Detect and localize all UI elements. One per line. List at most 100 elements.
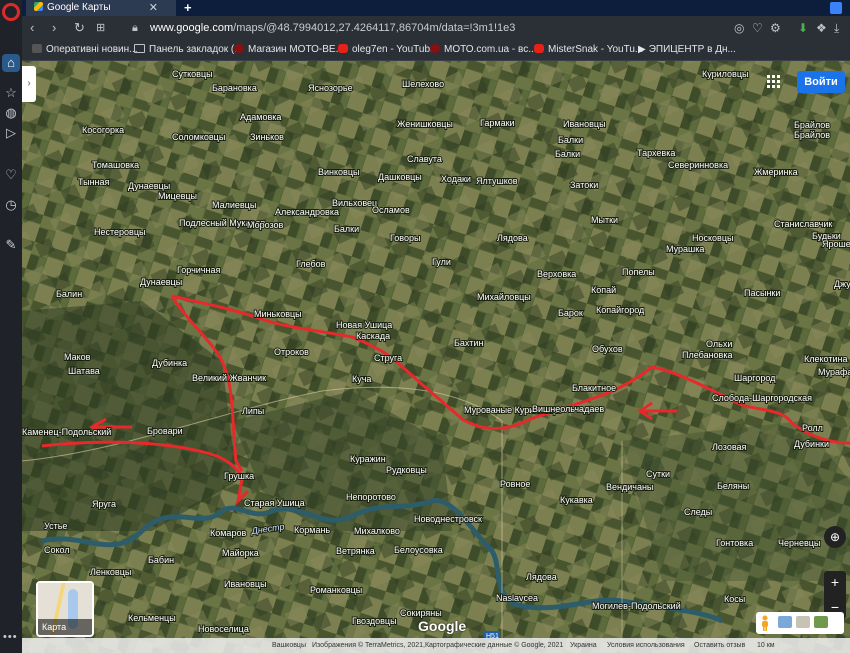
place-label[interactable]: Новоселица — [197, 623, 250, 635]
layer-thumb-icon[interactable] — [796, 616, 810, 628]
new-tab-button[interactable]: + — [184, 0, 192, 16]
place-label[interactable]: Лядова — [496, 232, 529, 244]
place-label[interactable]: Грушка — [223, 470, 255, 482]
heart-outline-icon[interactable]: ♡ — [752, 20, 763, 36]
layer-thumb-icon[interactable] — [814, 616, 828, 628]
place-label[interactable]: Дашковцы — [377, 171, 423, 183]
place-label[interactable]: Сутковцы — [171, 68, 214, 80]
camera-icon[interactable]: ◎ — [734, 20, 744, 36]
bookmark-item[interactable]: MisterSnak - YouTu... — [534, 43, 643, 57]
place-label[interactable]: Каскада — [355, 330, 391, 342]
place-label[interactable]: Ролл — [801, 422, 824, 434]
opera-logo-icon[interactable] — [2, 3, 20, 21]
place-label[interactable]: Малиевцы — [211, 199, 257, 211]
place-label[interactable]: Куражин — [349, 453, 387, 465]
place-label[interactable]: Сокиряны — [399, 607, 443, 619]
place-label[interactable]: Непоротово — [345, 491, 397, 503]
place-label[interactable]: Дубинки — [793, 438, 830, 450]
bookmark-item[interactable]: Панель закладок (... — [134, 43, 243, 57]
extension-icon[interactable]: ❖ — [816, 20, 827, 36]
place-label[interactable]: Женишковцы — [396, 118, 454, 130]
place-label[interactable]: Сокол — [43, 544, 71, 556]
place-label[interactable]: Жмеринка — [753, 166, 799, 178]
place-label[interactable]: Соломковцы — [171, 131, 226, 143]
place-label[interactable]: Бровари — [146, 425, 184, 437]
street-view-control[interactable] — [756, 612, 844, 634]
tabs-grid-icon[interactable]: ⊞ — [96, 20, 105, 36]
place-label[interactable]: Слобода-Шаргородская — [711, 392, 813, 404]
place-label[interactable]: Лозовая — [711, 441, 748, 453]
place-label[interactable]: Станиславчик — [773, 218, 833, 230]
place-label[interactable]: Балки — [333, 223, 360, 235]
place-label[interactable]: Великий Жванчик — [191, 372, 267, 384]
place-label[interactable]: Обухов — [591, 343, 624, 355]
place-label[interactable]: Ветрянка — [335, 545, 376, 557]
place-label[interactable]: Кукавка — [559, 494, 594, 506]
downloads-icon[interactable]: ⤓ — [834, 20, 839, 36]
place-label[interactable]: Балки — [557, 134, 584, 146]
terms-link[interactable]: Условия использования — [607, 638, 685, 653]
place-label[interactable]: Верховка — [536, 268, 577, 280]
vk-icon[interactable]: ◍ — [2, 104, 20, 122]
url-field[interactable]: www.google.com/maps/@48.7994012,27.42641… — [150, 20, 515, 36]
place-label[interactable]: Северинновка — [667, 159, 729, 171]
place-label[interactable]: Блакитное — [571, 382, 617, 394]
place-label[interactable]: Барок — [557, 307, 584, 319]
bookmark-icon[interactable]: ☆ — [2, 84, 20, 102]
place-label[interactable]: Рудковцы — [385, 464, 428, 476]
place-label[interactable]: Косы — [723, 593, 746, 605]
bookmark-item[interactable]: ▶ ЭПИЦЕНТР в Дн... — [638, 43, 736, 57]
place-label[interactable]: Гвоздовцы — [351, 615, 398, 627]
place-label[interactable]: Старая Ушица — [243, 497, 306, 509]
heart-icon[interactable]: ♡ — [2, 166, 20, 184]
place-label[interactable]: Ровное — [499, 478, 531, 490]
place-label[interactable]: Морозов — [246, 219, 285, 231]
place-label[interactable]: Могилев-Подольский — [591, 600, 682, 612]
place-label[interactable]: Ивановцы — [223, 578, 268, 590]
place-label[interactable]: Липы — [241, 405, 265, 417]
place-label[interactable]: Александровка — [274, 206, 340, 218]
feedback-link[interactable]: Оставить отзыв — [694, 638, 745, 653]
place-label[interactable]: Клекотина — [803, 353, 848, 365]
place-label[interactable]: Бахтин — [453, 337, 484, 349]
window-control-icon[interactable] — [830, 2, 842, 14]
place-label[interactable]: Ялтушков — [475, 175, 519, 187]
place-label[interactable]: Михайловцы — [476, 291, 532, 303]
place-label[interactable]: Осламов — [371, 204, 411, 216]
back-icon[interactable]: ‹ — [30, 20, 34, 36]
place-label[interactable]: Романковцы — [309, 584, 363, 596]
place-label[interactable]: Каменец-Подольский — [22, 426, 112, 438]
place-label[interactable]: Шаргород — [733, 372, 777, 384]
place-label[interactable]: Беляны — [716, 480, 750, 492]
place-label[interactable]: Дунаевцы — [127, 180, 171, 192]
place-label[interactable]: Брайлов — [793, 129, 831, 141]
place-label[interactable]: Ивановцы — [562, 118, 607, 130]
place-label[interactable]: Кормань — [293, 524, 331, 536]
place-label[interactable]: Затоки — [569, 179, 599, 191]
tab-google-maps[interactable]: Google Карты ✕ — [26, 0, 176, 16]
home-icon[interactable]: ⌂ — [2, 54, 20, 72]
collapse-panel-button[interactable]: › — [22, 66, 36, 102]
place-label[interactable]: Балки — [554, 148, 581, 160]
place-label[interactable]: Ленковцы — [89, 566, 132, 578]
place-label[interactable]: Ярошевка — [821, 238, 850, 250]
bookmark-item[interactable]: oleg7en - YouTube — [338, 43, 436, 57]
place-label[interactable]: Яруга — [91, 498, 117, 510]
place-label[interactable]: Ольхи — [705, 338, 733, 350]
place-label[interactable]: Михалково — [353, 525, 401, 537]
place-label[interactable]: Гули — [431, 256, 452, 268]
place-label[interactable]: Комаров — [209, 527, 247, 539]
sign-in-button[interactable]: Войти — [797, 71, 845, 93]
place-label[interactable]: Вишнеольчадаев — [531, 403, 605, 415]
place-label[interactable]: Naslavcea — [495, 592, 539, 604]
place-label[interactable]: Тынная — [77, 176, 111, 188]
place-label[interactable]: Копай — [590, 284, 617, 296]
place-label[interactable]: Копайгород — [595, 304, 646, 316]
place-label[interactable]: Сутки — [645, 468, 671, 480]
place-label[interactable]: Горчичная — [176, 264, 221, 276]
place-label[interactable]: Куча — [351, 373, 372, 385]
place-label[interactable]: Томашовка — [91, 159, 140, 171]
place-label[interactable]: Зиньков — [249, 131, 285, 143]
place-label[interactable]: Нестеровцы — [93, 226, 146, 238]
place-label[interactable]: Кельменцы — [127, 612, 177, 624]
